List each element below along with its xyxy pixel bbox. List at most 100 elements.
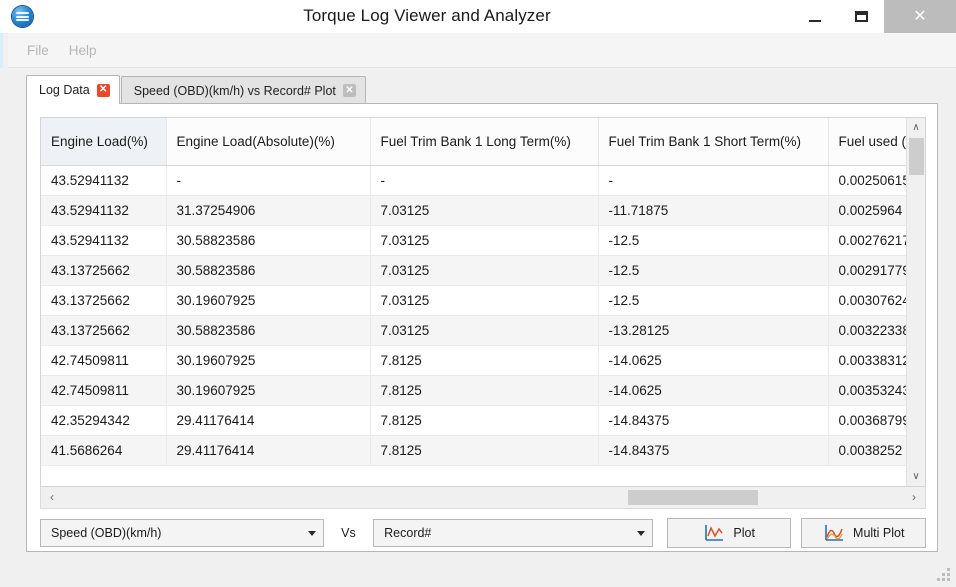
table-row[interactable]: 43.52941132 31.37254906 7.03125 -11.7187… <box>41 195 906 226</box>
cell: 7.8125 <box>370 345 599 376</box>
cell: 42.35294342 <box>41 405 167 436</box>
cell: 0.0025964 <box>828 195 906 226</box>
y-axis-select[interactable]: Record# <box>373 519 653 547</box>
window-body: Log Data ✕ Speed (OBD)(km/h) vs Record# … <box>0 68 956 587</box>
cell: 43.52941132 <box>41 225 167 256</box>
cell: 29.41176414 <box>166 405 371 436</box>
minimize-button[interactable] <box>792 0 838 33</box>
log-data-table: Engine Load(%) Engine Load(Absolute)(%) … <box>41 118 906 466</box>
menu-item-help[interactable]: Help <box>59 40 107 61</box>
cell: 0.00353243 <box>828 375 906 406</box>
column-header-fuel-trim-long[interactable]: Fuel Trim Bank 1 Long Term(%) <box>370 118 599 166</box>
multi-plot-button[interactable]: Multi Plot <box>801 518 926 548</box>
x-axis-select[interactable]: Speed (OBD)(km/h) <box>40 519 324 547</box>
vertical-scrollbar-thumb[interactable] <box>909 138 924 175</box>
tab-log-data[interactable]: Log Data ✕ <box>26 75 120 104</box>
cell: 43.52941132 <box>41 195 167 226</box>
cell: 0.0038252 <box>828 435 906 466</box>
horizontal-scrollbar-thumb[interactable] <box>628 490 758 505</box>
cell: 30.58823586 <box>166 315 371 346</box>
log-data-table-container: Engine Load(%) Engine Load(Absolute)(%) … <box>40 117 926 487</box>
cell: 42.74509811 <box>41 345 167 376</box>
cell: -14.0625 <box>598 375 829 406</box>
cell: 7.03125 <box>370 285 599 316</box>
tab-strip: Log Data ✕ Speed (OBD)(km/h) vs Record# … <box>26 75 366 104</box>
cell: 7.03125 <box>370 195 599 226</box>
table-row[interactable]: 41.5686264 29.41176414 7.8125 -14.84375 … <box>41 435 906 466</box>
table-row[interactable]: 43.13725662 30.19607925 7.03125 -12.5 0.… <box>41 285 906 316</box>
chevron-down-icon <box>630 520 652 546</box>
tab-speed-plot[interactable]: Speed (OBD)(km/h) vs Record# Plot ✕ <box>120 76 366 104</box>
cell: -11.71875 <box>598 195 829 226</box>
table-body: 43.52941132 - - - 0.00250615 43.52941132… <box>41 165 906 466</box>
cell: 30.19607925 <box>166 285 371 316</box>
cell: -14.84375 <box>598 405 829 436</box>
window-controls: ✕ <box>792 0 956 33</box>
cell: -12.5 <box>598 225 829 256</box>
menu-bar: File Help <box>0 33 956 68</box>
horizontal-scrollbar[interactable]: ‹ › <box>40 487 926 509</box>
cell: 7.8125 <box>370 375 599 406</box>
application-window: Torque Log Viewer and Analyzer ✕ File He… <box>0 0 956 587</box>
table-header-row: Engine Load(%) Engine Load(Absolute)(%) … <box>41 118 906 166</box>
cell: -12.5 <box>598 255 829 286</box>
cell: 0.00322338 <box>828 315 906 346</box>
resize-grip[interactable] <box>937 568 951 582</box>
cell: 7.03125 <box>370 315 599 346</box>
cell: 42.74509811 <box>41 375 167 406</box>
close-button[interactable]: ✕ <box>884 0 956 33</box>
cell: -14.0625 <box>598 345 829 376</box>
plot-icon <box>705 524 724 541</box>
cell: 41.5686264 <box>41 435 167 466</box>
table-header: Engine Load(%) Engine Load(Absolute)(%) … <box>41 118 906 166</box>
table-row[interactable]: 42.35294342 29.41176414 7.8125 -14.84375… <box>41 405 906 436</box>
table-row[interactable]: 43.52941132 30.58823586 7.03125 -12.5 0.… <box>41 225 906 256</box>
cell: 7.8125 <box>370 405 599 436</box>
table-row[interactable]: 43.52941132 - - - 0.00250615 <box>41 165 906 196</box>
column-header-engine-load-absolute[interactable]: Engine Load(Absolute)(%) <box>166 118 371 166</box>
tab-speed-plot-close-icon[interactable]: ✕ <box>342 84 356 97</box>
cell: -13.28125 <box>598 315 829 346</box>
cell: 31.37254906 <box>166 195 371 226</box>
cell: 43.13725662 <box>41 315 167 346</box>
maximize-button[interactable] <box>838 0 884 33</box>
log-data-panel: Engine Load(%) Engine Load(Absolute)(%) … <box>26 103 938 552</box>
cell: 0.00291779 <box>828 255 906 286</box>
cell: 30.19607925 <box>166 345 371 376</box>
table-scroll-area: Engine Load(%) Engine Load(Absolute)(%) … <box>41 118 906 486</box>
plot-controls: Speed (OBD)(km/h) Vs Record# Plot Multi … <box>40 518 926 548</box>
cell: -12.5 <box>598 285 829 316</box>
cell: 0.00338312 <box>828 345 906 376</box>
cell: 29.41176414 <box>166 435 371 466</box>
plot-button-label: Plot <box>733 526 755 540</box>
table-row[interactable]: 43.13725662 30.58823586 7.03125 -12.5 0.… <box>41 255 906 286</box>
column-header-fuel-used[interactable]: Fuel used ( <box>828 118 906 166</box>
column-header-engine-load[interactable]: Engine Load(%) <box>41 118 167 166</box>
scroll-down-icon[interactable]: ∨ <box>907 467 925 486</box>
cell: - <box>166 165 371 196</box>
column-header-fuel-trim-short[interactable]: Fuel Trim Bank 1 Short Term(%) <box>598 118 829 166</box>
scroll-right-icon[interactable]: › <box>903 487 925 507</box>
table-row[interactable]: 43.13725662 30.58823586 7.03125 -13.2812… <box>41 315 906 346</box>
cell: 7.8125 <box>370 435 599 466</box>
cell: 30.58823586 <box>166 225 371 256</box>
multi-plot-button-label: Multi Plot <box>853 526 905 540</box>
menu-item-file[interactable]: File <box>17 40 59 61</box>
cell: 7.03125 <box>370 255 599 286</box>
vertical-scrollbar[interactable]: ∧ ∨ <box>906 118 925 486</box>
title-bar: Torque Log Viewer and Analyzer ✕ <box>0 0 956 33</box>
cell: - <box>598 165 829 196</box>
cell: 43.13725662 <box>41 255 167 286</box>
tab-log-data-close-icon[interactable]: ✕ <box>96 83 110 97</box>
cell: 7.03125 <box>370 225 599 256</box>
plot-button[interactable]: Plot <box>666 518 792 548</box>
cell: 0.00276217 <box>828 225 906 256</box>
cell: - <box>370 165 599 196</box>
scroll-left-icon[interactable]: ‹ <box>41 487 63 507</box>
scroll-up-icon[interactable]: ∧ <box>907 118 925 137</box>
app-icon <box>0 0 44 33</box>
table-row[interactable]: 42.74509811 30.19607925 7.8125 -14.0625 … <box>41 345 906 376</box>
minimize-icon <box>809 19 821 22</box>
table-row[interactable]: 42.74509811 30.19607925 7.8125 -14.0625 … <box>41 375 906 406</box>
cell: 0.00307624 <box>828 285 906 316</box>
